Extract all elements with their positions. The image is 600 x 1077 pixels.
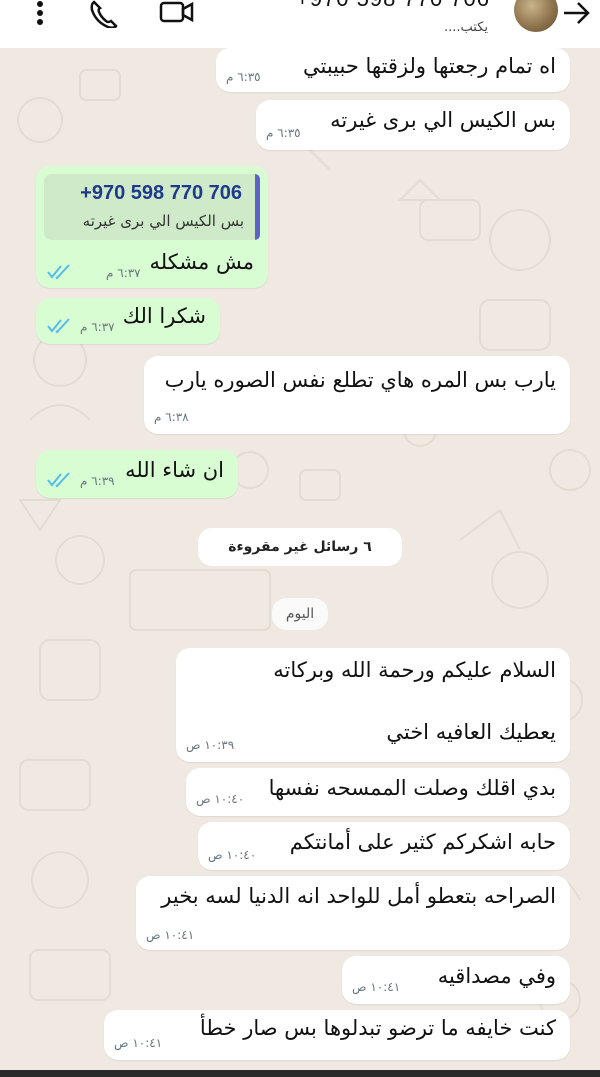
quoted-sender: +970 598 770 706 [80, 182, 242, 204]
phone-icon[interactable] [88, 0, 122, 28]
message-text: ان شاء الله [125, 458, 224, 482]
message-bubble-incoming[interactable]: بس الكيس الي برى غيرته ٦:٣٥ م [256, 100, 570, 150]
message-time: ١٠:٤٠ ص [196, 792, 245, 806]
message-text: بس الكيس الي برى غيرته [330, 108, 556, 132]
message-time: ١٠:٤١ ص [114, 1036, 163, 1050]
message-bubble-incoming[interactable]: حابه اشكركم كثير على أمانتكم ١٠:٤٠ ص [198, 822, 570, 870]
message-text: كنت خايفه ما ترضو تبدلوها بس صار خطأ [199, 1016, 556, 1040]
message-text: حابه اشكركم كثير على أمانتكم [289, 830, 556, 854]
message-time: ٦:٣٧ م [80, 320, 115, 334]
message-text: اه تمام رجعتها ولزقتها حبيبتي [302, 54, 556, 78]
message-text-line-2: يعطيك العافيه اختي [386, 720, 556, 744]
unread-messages-banner: ٦ رسائل غير مقروءة [198, 528, 402, 566]
message-time: ٦:٣٥ م [266, 126, 301, 140]
message-bubble-incoming[interactable]: كنت خايفه ما ترضو تبدلوها بس صار خطأ ١٠:… [104, 1010, 570, 1060]
typing-status: يكتب.... [443, 20, 488, 35]
avatar[interactable] [514, 0, 558, 32]
message-bubble-incoming[interactable]: السلام عليكم ورحمة الله وبركاته يعطيك ال… [176, 648, 570, 762]
message-text: وفي مصداقيه [437, 964, 556, 988]
message-time: ١٠:٣٩ ص [186, 738, 235, 752]
message-bubble-incoming[interactable]: بدي اقلك وصلت الممسحه نفسها ١٠:٤٠ ص [186, 768, 570, 816]
more-vertical-icon[interactable] [30, 0, 50, 26]
back-arrow-icon[interactable] [560, 0, 592, 26]
message-bubble-outgoing[interactable]: ان شاء الله ٦:٣٩ م [36, 450, 238, 498]
message-bubble-incoming[interactable]: يارب بس المره هاي تطلع نفس الصوره يارب ٦… [144, 356, 570, 434]
message-time: ١٠:٤١ ص [352, 980, 401, 994]
quoted-message[interactable]: +970 598 770 706 بس الكيس الي برى غيرته [44, 174, 260, 240]
message-bubble-outgoing[interactable]: شكرا الك ٦:٣٧ م [36, 298, 220, 344]
quote-accent-bar [255, 174, 260, 240]
message-bubble-incoming[interactable]: وفي مصداقيه ١٠:٤١ ص [342, 956, 570, 1004]
message-text: بدي اقلك وصلت الممسحه نفسها [268, 776, 556, 800]
read-receipt-icon [47, 318, 70, 334]
message-bubble-incoming[interactable]: الصراحه بتعطو أمل للواحد انه الدنيا لسه … [136, 876, 570, 950]
message-time: ٦:٣٥ م [226, 70, 261, 84]
contact-name[interactable]: +970 598 770 706 [296, 0, 490, 12]
message-bubble-outgoing[interactable]: +970 598 770 706 بس الكيس الي برى غيرته … [36, 166, 268, 288]
message-text: الصراحه بتعطو أمل للواحد انه الدنيا لسه … [161, 884, 556, 908]
read-receipt-icon [47, 472, 70, 488]
message-text: مش مشكله [149, 250, 255, 274]
read-receipt-icon [47, 264, 70, 280]
message-bubble-incoming[interactable]: اه تمام رجعتها ولزقتها حبيبتي ٦:٣٥ م [216, 48, 570, 92]
message-time: ٦:٣٨ م [154, 410, 189, 424]
message-text: السلام عليكم ورحمة الله وبركاته [273, 658, 556, 682]
message-time: ٦:٣٩ م [80, 474, 115, 488]
message-time: ١٠:٤٠ ص [208, 848, 257, 862]
message-time: ١٠:٤١ ص [146, 928, 195, 942]
chat-header: +970 598 770 706 يكتب.... [0, 0, 600, 48]
date-separator: اليوم [272, 598, 328, 630]
message-text: يارب بس المره هاي تطلع نفس الصوره يارب [164, 368, 556, 392]
video-call-icon[interactable] [158, 0, 196, 28]
quoted-text: بس الكيس الي برى غيرته [82, 212, 244, 230]
message-time: ٦:٣٧ م [106, 266, 141, 280]
message-text: شكرا الك [122, 304, 206, 328]
navigation-bar [0, 1070, 600, 1077]
